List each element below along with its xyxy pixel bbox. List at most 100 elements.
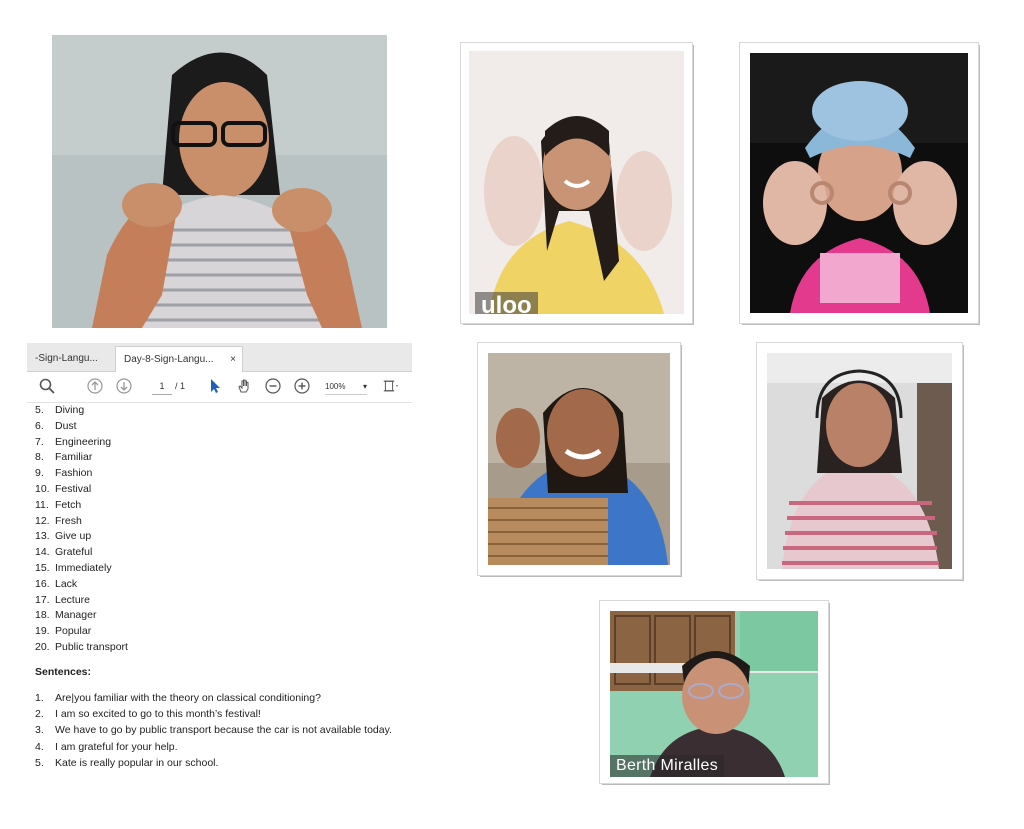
participant-frame-2 — [740, 43, 978, 323]
list-number: 12. — [35, 514, 50, 527]
participant-video-3 — [488, 353, 670, 565]
list-item: 15. Immediately — [35, 561, 128, 577]
participant-frame-5: Berth Miralles — [600, 601, 828, 783]
list-number: 7. — [35, 435, 44, 448]
list-text: Give up — [55, 530, 92, 543]
list-number: 11. — [35, 498, 49, 511]
list-text: Popular — [55, 625, 92, 638]
sentences-heading: Sentences: — [35, 666, 92, 678]
pdf-toolbar: 1 / 1 100% ▾ — [27, 372, 412, 403]
list-text: Diving — [55, 404, 85, 416]
tab-bar: -Sign-Langu... Day-8-Sign-Langu... × — [27, 343, 412, 372]
list-text: Public transport — [55, 640, 128, 653]
list-number: 2. — [35, 708, 44, 721]
participant-video-2 — [750, 53, 968, 313]
list-text: We have to go by public transport becaus… — [55, 724, 392, 737]
zoom-in-icon[interactable] — [292, 378, 312, 396]
list-number: 17. — [35, 593, 50, 606]
search-icon[interactable] — [37, 378, 57, 396]
list-item: 11. Fetch — [35, 498, 128, 514]
list-text: Fresh — [55, 514, 82, 527]
list-number: 15. — [35, 561, 50, 574]
tab-label: Day-8-Sign-Langu... — [124, 354, 214, 365]
list-item: 20. Public transport — [35, 640, 128, 656]
list-number: 19. — [35, 625, 50, 638]
list-number: 20. — [35, 640, 50, 653]
list-text: I am grateful for your help. — [55, 740, 178, 753]
list-item: 13. Give up — [35, 529, 128, 545]
list-item: 5. Kate is really popular in our school. — [35, 755, 392, 771]
zoom-select[interactable]: 100% ▾ — [325, 379, 367, 395]
zoom-out-icon[interactable] — [263, 378, 283, 396]
list-item: 16. Lack — [35, 577, 128, 593]
list-item: 10. Festival — [35, 482, 128, 498]
chevron-down-icon: ▾ — [362, 382, 367, 391]
tab-current-document[interactable]: Day-8-Sign-Langu... × — [115, 346, 243, 372]
list-text: Festival — [55, 482, 92, 495]
list-number: 18. — [35, 609, 50, 622]
fit-page-icon[interactable] — [379, 378, 403, 396]
pdf-page-content: 5. Diving 6. Dust 7. Engineering 8. Familiar… — [27, 403, 412, 775]
list-item: 17. Lecture — [35, 593, 128, 609]
list-number: 3. — [35, 724, 44, 737]
list-text: Fetch — [55, 498, 82, 511]
pdf-viewer: -Sign-Langu... Day-8-Sign-Langu... × 1 /… — [27, 343, 412, 775]
list-text: Kate is really popular in our school. — [55, 756, 219, 769]
participant-video-1: uloo — [469, 51, 684, 314]
list-number: 8. — [35, 451, 44, 464]
participant-name-tag-5: Berth Miralles — [610, 755, 725, 777]
list-item: 2. I am so excited to go to this month’s … — [35, 706, 392, 722]
list-number: 13. — [35, 530, 50, 543]
list-number: 5. — [35, 756, 44, 769]
page-total-label: / 1 — [175, 381, 186, 391]
list-item: 9. Fashion — [35, 466, 128, 482]
list-text: Grateful — [55, 546, 93, 559]
list-item: 12. Fresh — [35, 514, 128, 530]
zoom-value: 100% — [325, 382, 346, 391]
list-number: 1. — [35, 692, 44, 704]
list-text: Dust — [55, 419, 77, 432]
list-text: Manager — [55, 609, 97, 622]
list-item: 6. Dust — [35, 419, 128, 435]
list-number: 16. — [35, 577, 50, 590]
list-text: Immediately — [55, 561, 112, 574]
list-text: Are|you familiar with the theory on clas… — [55, 692, 321, 704]
list-text: Lecture — [55, 593, 91, 606]
list-text: Engineering — [55, 435, 112, 448]
tab-label: -Sign-Langu... — [35, 353, 98, 364]
list-number: 4. — [35, 740, 44, 753]
list-number: 9. — [35, 467, 44, 480]
list-item: 19. Popular — [35, 624, 128, 640]
participant-frame-3 — [478, 343, 680, 575]
list-item: 7. Engineering — [35, 435, 128, 451]
list-number: 10. — [35, 482, 50, 495]
participant-name-tag-1: uloo — [475, 292, 538, 314]
list-text: Familiar — [55, 451, 93, 464]
list-text: I am so excited to go to this month’s fe… — [55, 708, 261, 721]
list-item: 18. Manager — [35, 608, 128, 624]
list-item: 1. Are|you familiar with the theory on cl… — [35, 690, 392, 706]
close-tab-icon[interactable]: × — [230, 347, 236, 372]
list-item: 3. We have to go by public transport beca… — [35, 722, 392, 738]
list-item: 4. I am grateful for your help. — [35, 739, 392, 755]
list-item: 14. Grateful — [35, 545, 128, 561]
list-number: 14. — [35, 546, 50, 559]
list-number: 6. — [35, 419, 44, 432]
list-item: 8. Familiar — [35, 450, 128, 466]
list-item: 5. Diving — [35, 403, 128, 419]
participant-video-5: Berth Miralles — [610, 611, 818, 777]
hand-tool-icon[interactable] — [234, 378, 254, 396]
participant-video-4 — [767, 353, 952, 569]
page-number-input[interactable]: 1 — [152, 379, 172, 395]
sentences-list: 1. Are|you familiar with the theory on cl… — [35, 690, 392, 771]
list-text: Fashion — [55, 467, 93, 480]
tab-previous-document[interactable]: -Sign-Langu... — [27, 346, 106, 371]
presenter-video — [52, 35, 387, 328]
participant-frame-1: uloo — [461, 43, 692, 323]
next-page-icon[interactable] — [114, 378, 134, 396]
list-text: Lack — [55, 577, 78, 590]
previous-page-icon[interactable] — [85, 378, 105, 396]
participant-frame-4 — [757, 343, 962, 579]
select-tool-icon[interactable] — [205, 378, 225, 396]
vocabulary-list: 5. Diving 6. Dust 7. Engineering 8. Familiar… — [35, 403, 128, 656]
